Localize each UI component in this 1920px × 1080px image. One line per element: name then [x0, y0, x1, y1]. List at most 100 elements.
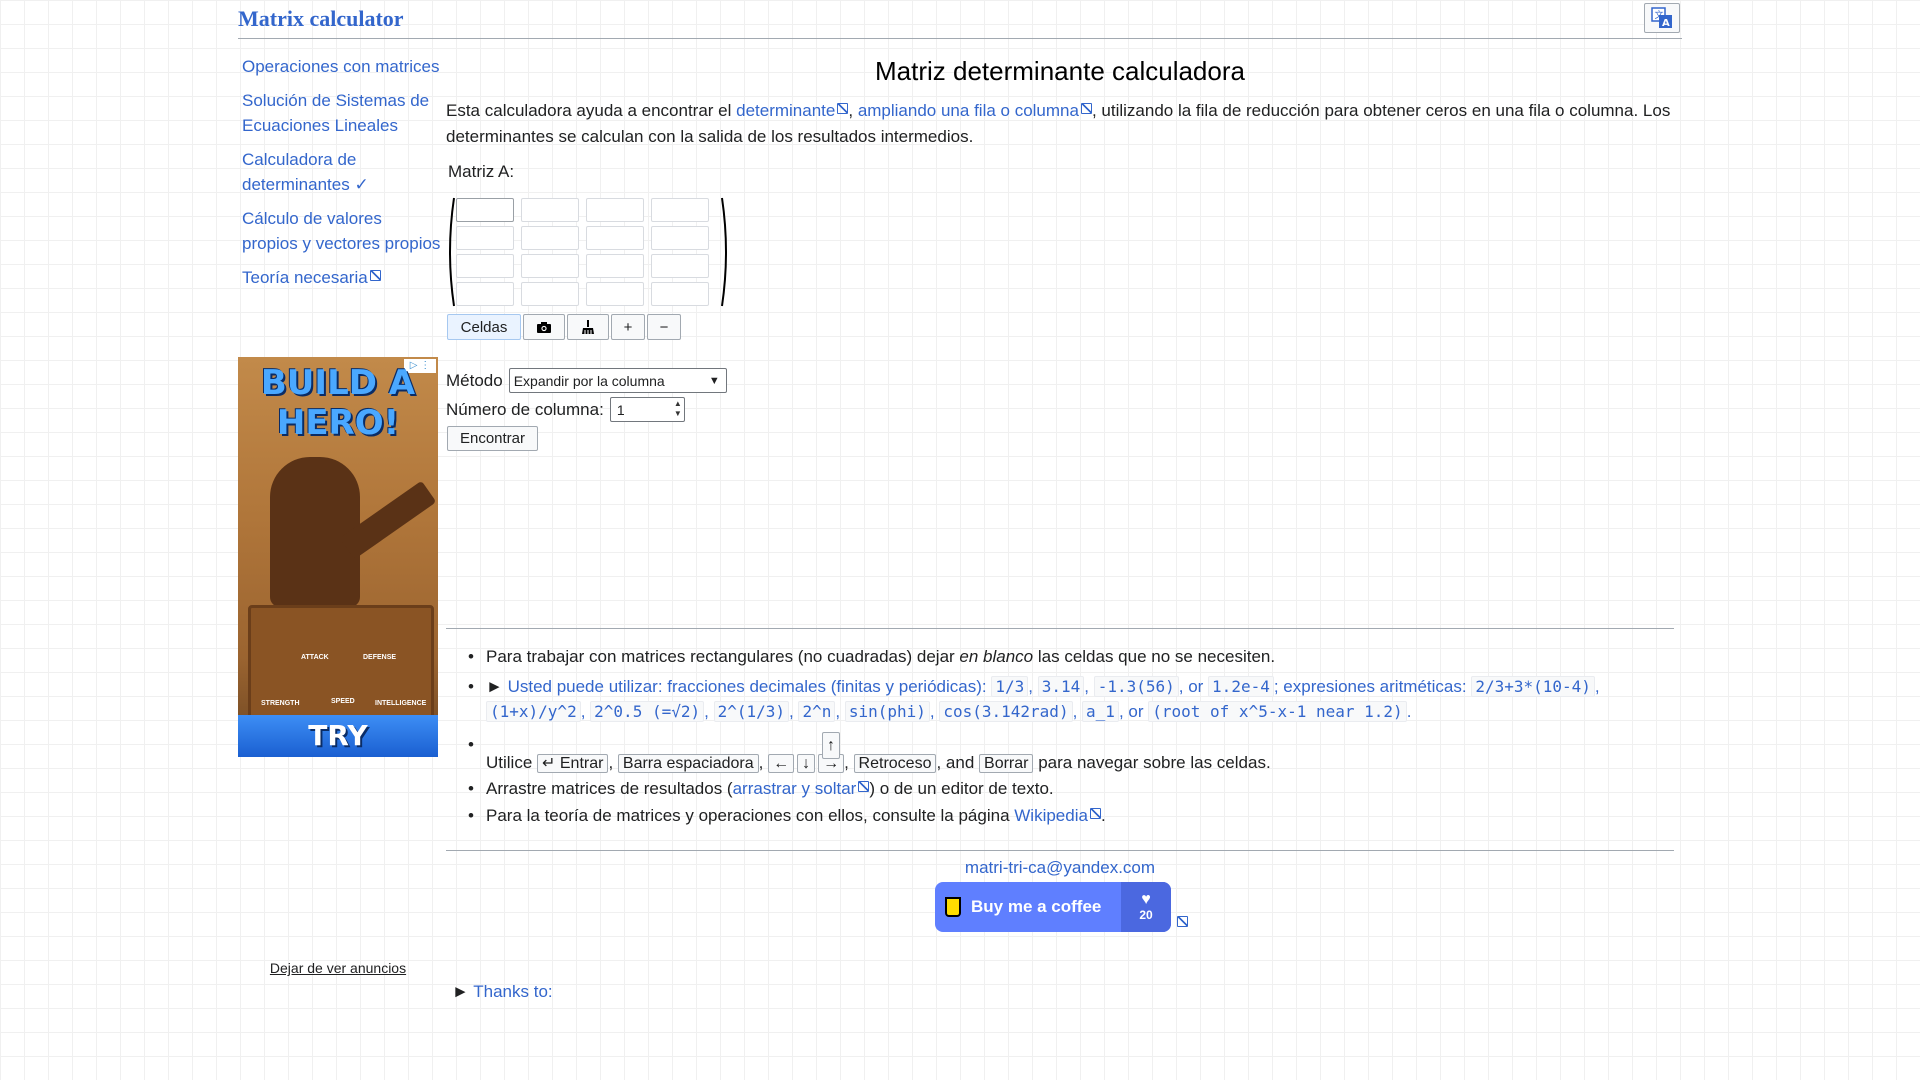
ad-stat-intelligence: INTELLIGENCE: [375, 700, 427, 707]
advertisement[interactable]: ▷ ⋮ BUILD A HERO! ATTACK DEFENSE STRENGT…: [238, 357, 438, 757]
thanks-link[interactable]: Thanks to:: [473, 982, 552, 1001]
find-button[interactable]: Encontrar: [447, 426, 538, 451]
key-enter: ↵ Entrar: [537, 754, 609, 773]
heart-icon: ♥: [1141, 891, 1151, 908]
formats-arith: ; expresiones aritméticas:: [1273, 677, 1472, 696]
intro-text-1: Esta calculadora ayuda a encontrar el: [446, 101, 737, 120]
contact-email-link[interactable]: matri-tri-ca@yandex.com: [446, 858, 1674, 878]
sidebar-item-eigenvalues[interactable]: Cálculo de valores propios y vectores pr…: [242, 206, 442, 256]
main-content: Matriz determinante calculadora Esta cal…: [446, 38, 1674, 1001]
matrix-cell[interactable]: [521, 282, 579, 306]
matrix-cell[interactable]: [521, 198, 579, 222]
ad-stat-speed: SPEED: [331, 698, 355, 705]
camera-button[interactable]: [523, 314, 565, 340]
matrix-cell[interactable]: [456, 282, 514, 306]
key-space: Barra espaciadora: [617, 754, 759, 773]
formats-intro: Usted puede utilizar: fracciones decimal…: [507, 677, 992, 696]
broom-icon: [582, 320, 594, 334]
clear-button[interactable]: [567, 314, 609, 340]
matrix-cell[interactable]: [651, 254, 709, 278]
matrix-grid: [456, 198, 709, 306]
matrix-cell[interactable]: [456, 198, 514, 222]
notes: Para trabajar con matrices rectangulares…: [468, 644, 1676, 828]
drag-text-end: ) o de un editor de texto.: [869, 779, 1054, 798]
matrix-cell[interactable]: [651, 282, 709, 306]
note-drag-drop: Arrastre matrices de resultados (arrastr…: [468, 776, 1676, 801]
keys-and: , and: [936, 753, 980, 772]
matrix-cell[interactable]: [651, 198, 709, 222]
matrix-cell[interactable]: [456, 226, 514, 250]
example-code: 2^(1/3): [713, 701, 790, 722]
sidebar-item-theory-label: Teoría necesaria: [242, 268, 381, 287]
sidebar-item-determinant-calculator[interactable]: Calculadora de determinantes ✓: [242, 147, 442, 197]
sidebar-item-theory[interactable]: Teoría necesaria: [242, 265, 442, 290]
method-label: Método: [446, 370, 503, 390]
page-title: Matriz determinante calculadora: [875, 56, 1245, 86]
note1-emphasis: en blanco: [959, 647, 1034, 666]
determinant-link[interactable]: determinante: [736, 101, 848, 120]
matrix-cell[interactable]: [586, 226, 644, 250]
ad-stat-defense: DEFENSE: [363, 654, 397, 661]
stepper-icon[interactable]: ▲ ▼: [674, 399, 682, 419]
matrix-cell[interactable]: [586, 254, 644, 278]
external-link-icon: [1175, 916, 1188, 934]
note1-text-end: las celdas que no se necesiten.: [1033, 647, 1276, 666]
wikipedia-link[interactable]: Wikipedia: [1014, 806, 1101, 825]
coffee-label: Buy me a coffee: [971, 897, 1102, 916]
ad-stat-attack: ATTACK: [301, 654, 329, 661]
add-size-button[interactable]: +: [611, 314, 645, 340]
matrix-input: [446, 196, 736, 308]
ad-stat-strength: STRENGTH: [261, 700, 300, 707]
matrix-toolbar: Celdas + −: [447, 314, 1674, 340]
cells-button[interactable]: Celdas: [447, 314, 521, 340]
example-code: -1.3(56): [1093, 676, 1179, 697]
thanks-section[interactable]: ► Thanks to:: [452, 982, 553, 1002]
reduce-size-button[interactable]: −: [647, 314, 681, 340]
left-paren-icon: [449, 197, 455, 307]
sidebar: Operaciones con matrices Solución de Sis…: [238, 54, 442, 299]
formats-or: , or: [1118, 702, 1149, 721]
formats-text[interactable]: Usted puede utilizar: fracciones decimal…: [486, 676, 1600, 722]
drag-drop-link[interactable]: arrastrar y soltar: [733, 779, 870, 798]
buy-me-a-coffee-button[interactable]: Buy me a coffee ♥ 20: [935, 882, 1171, 932]
matrix-cell[interactable]: [521, 254, 579, 278]
method-select[interactable]: Expandir por la columna ▼: [508, 368, 727, 393]
intro-separator: ,: [848, 101, 858, 120]
matrix-cell[interactable]: [651, 226, 709, 250]
coffee-cup-icon: [945, 897, 961, 917]
note1-text: Para trabajar con matrices rectangulares…: [486, 647, 960, 666]
coffee-count: 20: [1139, 908, 1153, 922]
matrix-cell[interactable]: [586, 198, 644, 222]
note-wikipedia: Para la teoría de matrices y operaciones…: [468, 803, 1676, 828]
wiki-text: Para la teoría de matrices y operaciones…: [486, 806, 1015, 825]
site-header: Matrix calculator 文 A: [238, 0, 1682, 39]
keys-intro: Utilice: [486, 753, 538, 772]
right-paren-icon: [721, 197, 727, 307]
column-number-input[interactable]: 1 ▲ ▼: [609, 397, 685, 422]
camera-icon: [537, 322, 551, 333]
example-code: 1.2e-4: [1208, 676, 1274, 697]
column-row: Número de columna: 1 ▲ ▼: [446, 397, 1674, 422]
translate-icon: 文 A: [1651, 7, 1672, 29]
matrix-cell[interactable]: [456, 254, 514, 278]
example-code: sin(phi): [844, 701, 930, 722]
expand-toggle-icon[interactable]: ►: [486, 677, 508, 696]
column-label: Número de columna:: [446, 399, 604, 419]
site-title[interactable]: Matrix calculator: [238, 6, 404, 32]
matrix-cell[interactable]: [586, 282, 644, 306]
divider: [446, 850, 1674, 851]
sidebar-item-linear-systems[interactable]: Solución de Sistemas de Ecuaciones Linea…: [242, 88, 442, 138]
method-select-value: Expandir por la columna: [513, 372, 665, 389]
expand-toggle-icon[interactable]: ►: [452, 982, 473, 1001]
language-button[interactable]: 文 A: [1644, 3, 1680, 33]
key-backspace: Retroceso: [853, 754, 937, 773]
expand-row-column-link[interactable]: ampliando una fila o columna: [858, 101, 1092, 120]
sidebar-item-matrix-operations[interactable]: Operaciones con matrices: [242, 54, 442, 79]
ad-try-button[interactable]: TRY: [238, 715, 438, 757]
example-code: (1+x)/y^2: [486, 701, 581, 722]
method-row: Método Expandir por la columna ▼: [446, 368, 1674, 393]
stop-ads-link[interactable]: Dejar de ver anuncios: [238, 960, 438, 976]
key-up: ↑: [822, 732, 840, 759]
matrix-cell[interactable]: [521, 226, 579, 250]
note-input-formats: ► Usted puede utilizar: fracciones decim…: [468, 674, 1676, 724]
